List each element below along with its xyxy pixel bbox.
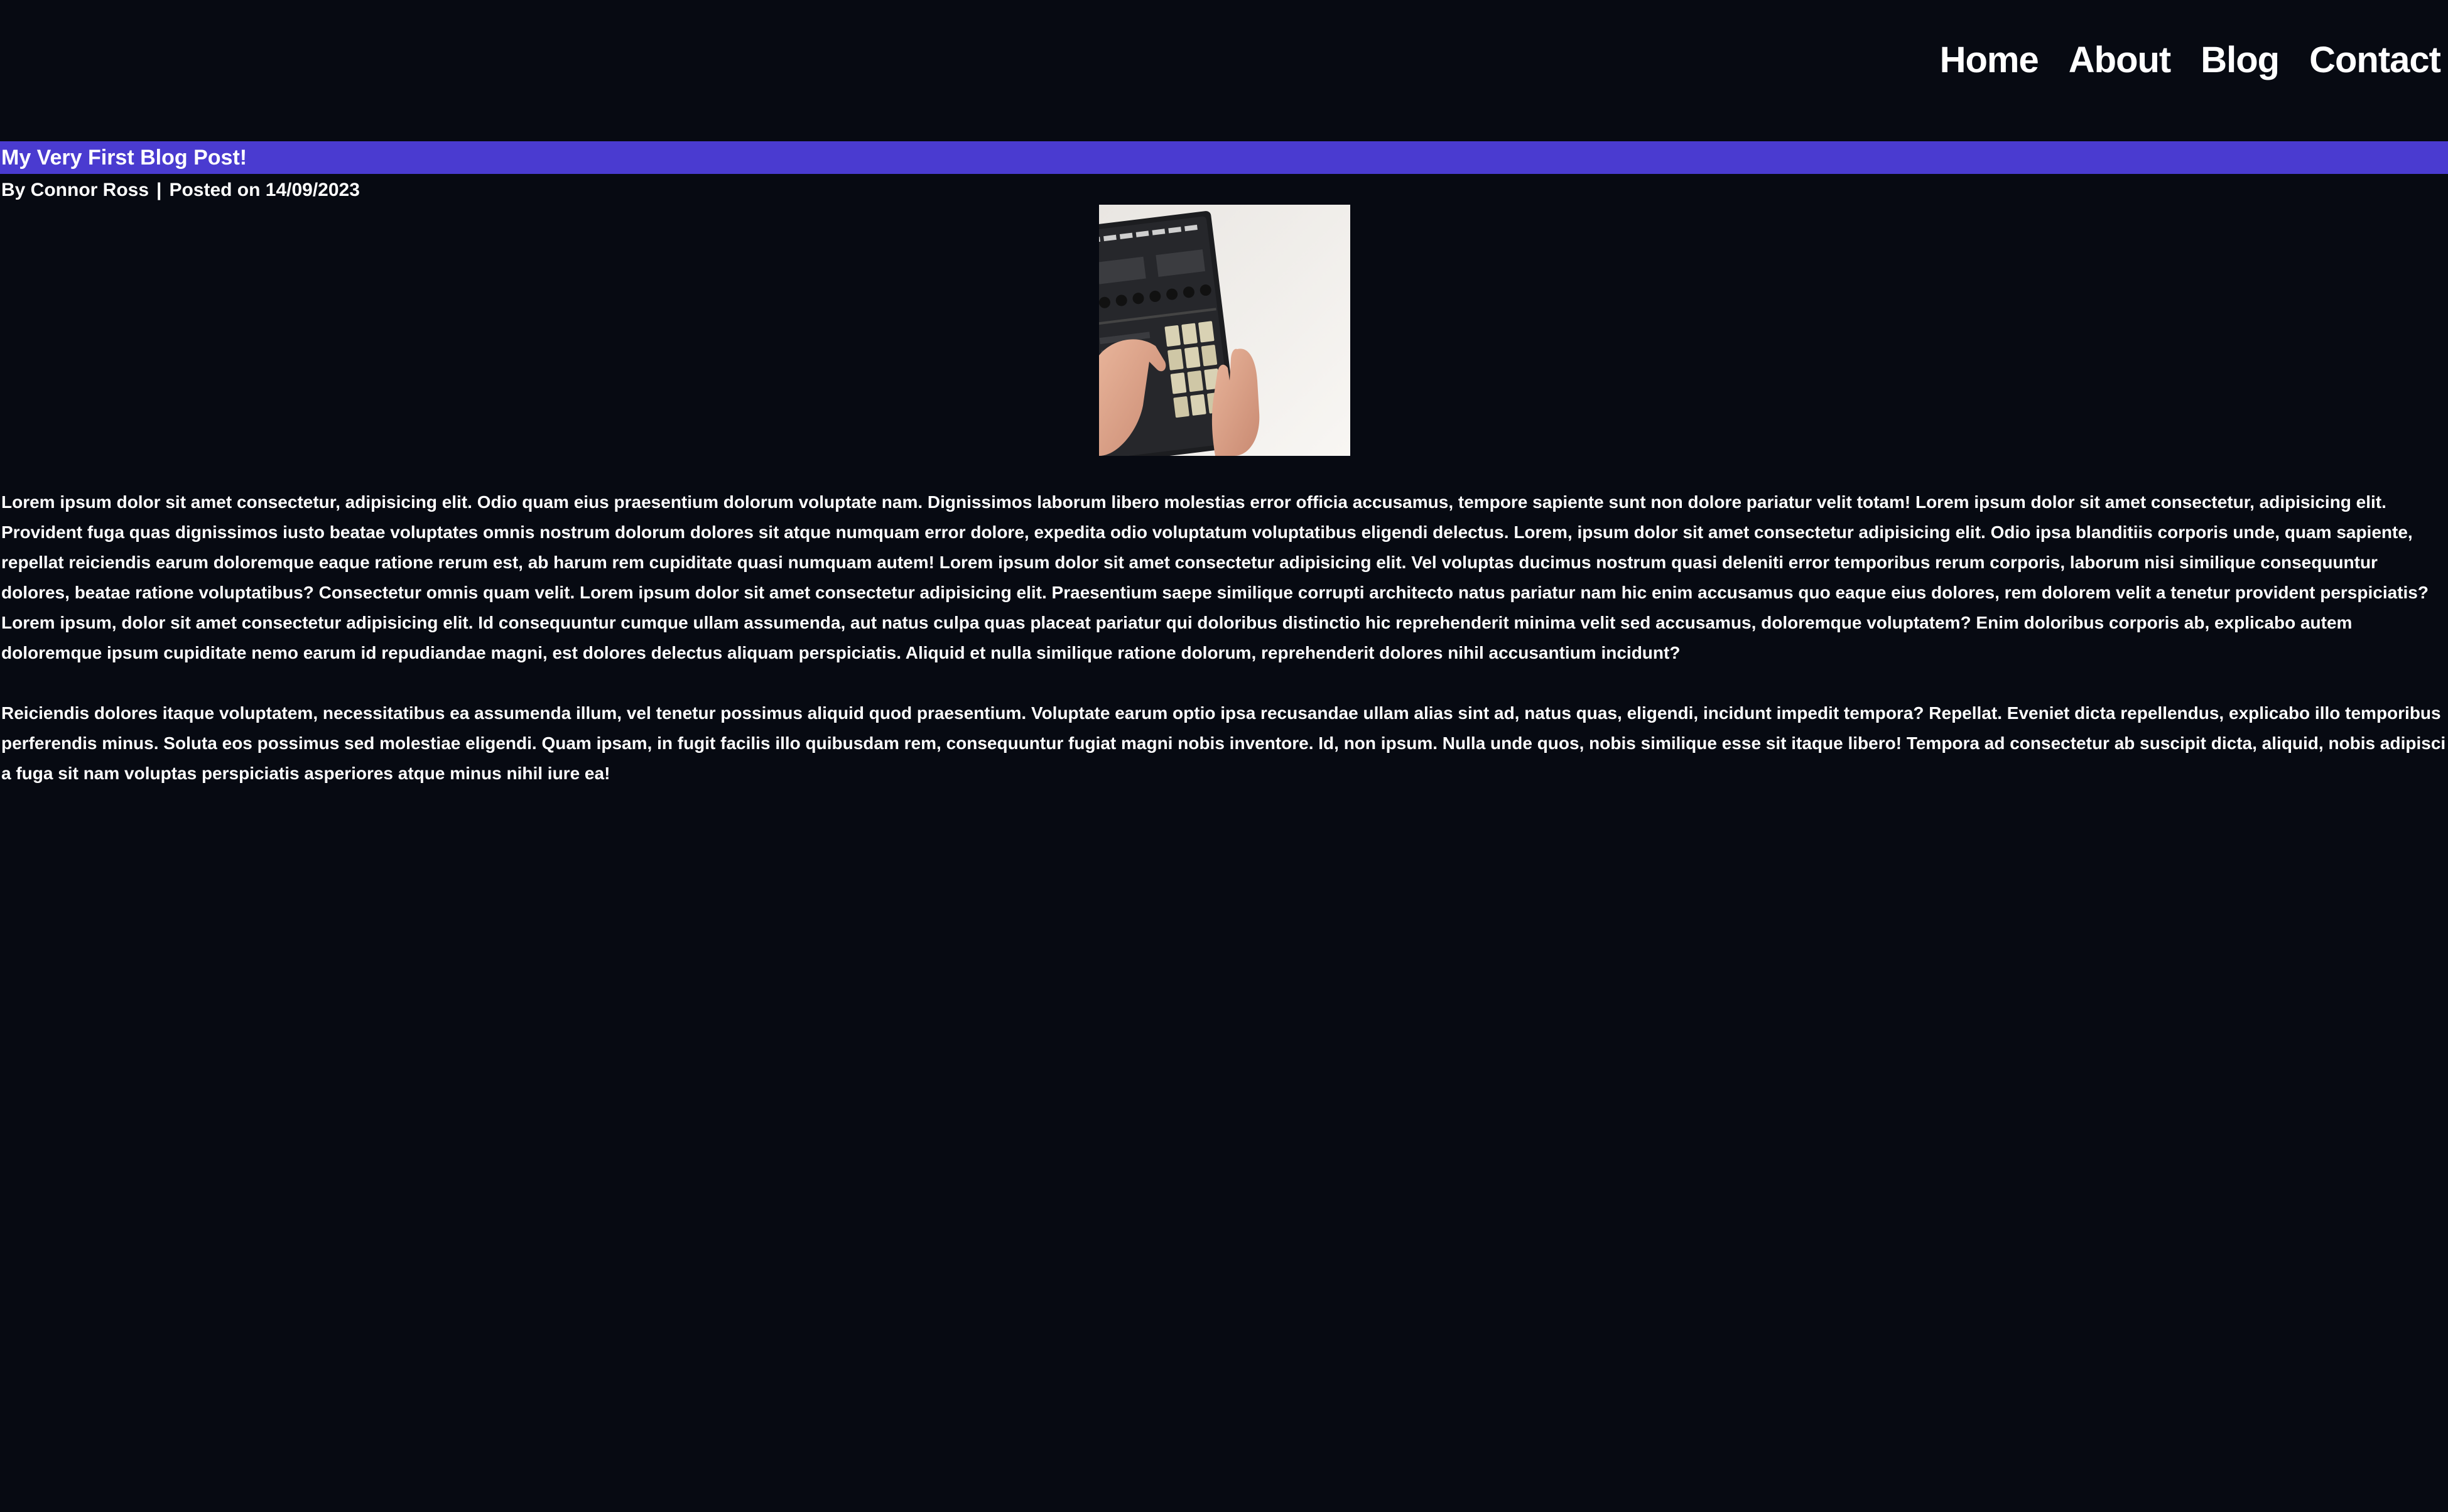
post-paragraph: Lorem ipsum dolor sit amet consectetur, … — [1, 492, 2429, 662]
post-author: By Connor Ross — [1, 180, 149, 200]
page: Home About Blog Contact My Very First Bl… — [0, 0, 2448, 1512]
post-content: Lorem ipsum dolor sit amet consectetur, … — [1, 487, 2447, 819]
nav-link-about[interactable]: About — [2069, 39, 2171, 81]
post-paragraph: Reiciendis dolores itaque voluptatem, ne… — [1, 703, 2446, 783]
post-date: Posted on 14/09/2023 — [169, 180, 360, 200]
post-image — [1099, 205, 1350, 456]
nav-link-blog[interactable]: Blog — [2201, 39, 2280, 81]
post-title-bar: My Very First Blog Post! — [0, 141, 2448, 174]
post-byline: By Connor Ross | Posted on 14/09/2023 — [1, 178, 360, 203]
nav-link-home[interactable]: Home — [1940, 39, 2039, 81]
post-title: My Very First Blog Post! — [1, 146, 247, 170]
main-nav: Home About Blog Contact — [1940, 39, 2441, 81]
nav-link-contact[interactable]: Contact — [2309, 39, 2441, 81]
byline-separator: | — [156, 180, 162, 200]
